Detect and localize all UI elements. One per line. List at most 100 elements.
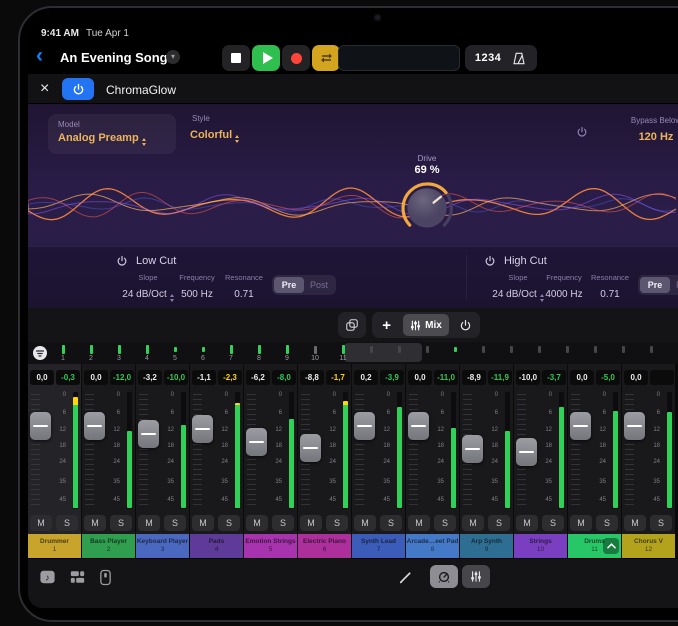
track-name-chip[interactable]: Synth Lead7 <box>352 534 405 558</box>
channel-strip[interactable]: -8,9-11,9061218243545MSArp Synth9 <box>460 364 513 558</box>
track-name-chip[interactable]: Chorus V12 <box>622 534 675 558</box>
solo-button[interactable]: S <box>326 515 348 531</box>
volume-readout[interactable]: -3,2 <box>138 370 162 385</box>
count-in-button[interactable]: 1234 <box>475 52 501 64</box>
solo-button[interactable]: S <box>542 515 564 531</box>
low-cut-slope[interactable]: Slope 24 dB/Oct <box>120 273 176 302</box>
solo-button[interactable]: S <box>380 515 402 531</box>
channel-navigator[interactable]: 1234567891011 <box>28 342 678 364</box>
mute-button[interactable]: M <box>30 515 52 531</box>
channel-strip[interactable]: 0,0-0,3061218243545MSDrummer1 <box>28 364 81 558</box>
volume-readout[interactable]: 0,2 <box>354 370 378 385</box>
solo-button[interactable]: S <box>434 515 456 531</box>
fader-handle[interactable] <box>84 412 105 440</box>
solo-button[interactable]: S <box>110 515 132 531</box>
track-name-chip[interactable]: Pads4 <box>190 534 243 558</box>
channel-strip[interactable]: -10,0-3,7061218243545MSStrings10 <box>514 364 567 558</box>
track-name-chip[interactable]: Drummer1 <box>28 534 81 558</box>
solo-button[interactable]: S <box>650 515 672 531</box>
track-name-chip[interactable]: Strings10 <box>514 534 567 558</box>
plugins-icon[interactable] <box>66 566 88 588</box>
post-button[interactable]: Post <box>670 277 678 293</box>
faders-view-button[interactable] <box>462 565 490 588</box>
track-name-chip[interactable]: Emotion Strings5 <box>244 534 297 558</box>
metronome-icon[interactable] <box>511 51 527 66</box>
mute-button[interactable]: M <box>570 515 592 531</box>
plugin-power-button[interactable] <box>62 78 94 100</box>
track-name-chip[interactable]: Arcade…eet Pad8 <box>406 534 459 558</box>
volume-readout[interactable]: 0,0 <box>408 370 432 385</box>
high-cut-power-icon[interactable] <box>484 255 496 267</box>
drive-knob-group[interactable]: Drive 69 % <box>395 154 459 236</box>
channel-strip[interactable]: 0,0-11,0061218243545MSArcade…eet Pad8 <box>406 364 459 558</box>
solo-button[interactable]: S <box>56 515 78 531</box>
mute-button[interactable]: M <box>138 515 160 531</box>
mix-button[interactable]: Mix <box>403 314 449 336</box>
play-button[interactable] <box>252 45 280 71</box>
add-track-button[interactable]: + <box>372 317 401 334</box>
chevron-down-icon[interactable]: ▾ <box>166 50 180 64</box>
channel-strip[interactable]: 0,0061218243545MSChorus V12 <box>622 364 675 558</box>
fader-handle[interactable] <box>354 412 375 440</box>
channel-strip[interactable]: -8,8-1,7061218243545MSElectric Piano6 <box>298 364 351 558</box>
solo-button[interactable]: S <box>596 515 618 531</box>
cycle-button[interactable] <box>312 45 340 71</box>
drive-knob[interactable] <box>395 176 459 236</box>
solo-button[interactable]: S <box>164 515 186 531</box>
low-cut-resonance[interactable]: Resonance 0.71 <box>220 273 268 302</box>
volume-readout[interactable]: -1,1 <box>192 370 216 385</box>
solo-button[interactable]: S <box>272 515 294 531</box>
model-selector[interactable]: Model Analog Preamp <box>48 114 176 154</box>
volume-readout[interactable]: 0,0 <box>30 370 54 385</box>
solo-button[interactable]: S <box>218 515 240 531</box>
channel-strip[interactable]: -6,2-8,0061218243545MSEmotion Strings5 <box>244 364 297 558</box>
track-name-chip[interactable]: Bass Player2 <box>82 534 135 558</box>
mute-button[interactable]: M <box>354 515 376 531</box>
fader-handle[interactable] <box>300 434 321 462</box>
fader-handle[interactable] <box>624 412 645 440</box>
mute-button[interactable]: M <box>192 515 214 531</box>
song-title[interactable]: An Evening Song <box>60 50 168 65</box>
low-cut-power-icon[interactable] <box>116 255 128 267</box>
track-name-chip[interactable]: Arp Synth9 <box>460 534 513 558</box>
fader-handle[interactable] <box>138 420 159 448</box>
lcd-display[interactable]: 00 6 1 1 012 127,0 4/4 C maj MIDI <box>338 45 460 71</box>
style-selector[interactable]: Style Colorful <box>190 114 239 143</box>
post-button[interactable]: Post <box>304 277 334 293</box>
mute-button[interactable]: M <box>516 515 538 531</box>
volume-readout[interactable]: 0,0 <box>84 370 108 385</box>
track-name-chip[interactable]: Keyboard Player3 <box>136 534 189 558</box>
mute-button[interactable]: M <box>246 515 268 531</box>
mute-button[interactable]: M <box>84 515 106 531</box>
stop-button[interactable] <box>222 45 250 71</box>
controller-icon[interactable] <box>94 566 116 588</box>
fader-handle[interactable] <box>462 435 483 463</box>
channel-power-button[interactable] <box>451 319 480 332</box>
volume-readout[interactable]: -6,2 <box>246 370 270 385</box>
controls-view-button[interactable] <box>430 565 458 588</box>
channel-strip[interactable]: 0,0-12,0061218243545MSBass Player2 <box>82 364 135 558</box>
high-cut-frequency[interactable]: Frequency 4000 Hz <box>538 273 590 302</box>
close-icon[interactable]: × <box>40 79 49 99</box>
pre-button[interactable]: Pre <box>274 277 304 293</box>
mute-button[interactable]: M <box>462 515 484 531</box>
mute-button[interactable]: M <box>408 515 430 531</box>
level-field[interactable]: Level 0.0 <box>648 116 678 145</box>
channel-strip[interactable]: -1,1-2,3061218243545MSPads4 <box>190 364 243 558</box>
edit-pencil-icon[interactable] <box>394 566 416 588</box>
bypass-power-icon[interactable] <box>576 126 588 138</box>
volume-readout[interactable]: -8,8 <box>300 370 324 385</box>
volume-readout[interactable]: 0,0 <box>570 370 594 385</box>
channel-strip[interactable]: 0,2-3,9061218243545MSSynth Lead7 <box>352 364 405 558</box>
filter-icon[interactable] <box>32 345 48 361</box>
channel-strip[interactable]: -3,2-10,0061218243545MSKeyboard Player3 <box>136 364 189 558</box>
collapse-button[interactable] <box>603 538 619 554</box>
channel-strip[interactable]: 0,0-5,0061218243545MSDrums11 <box>568 364 621 558</box>
track-name-chip[interactable]: Electric Piano6 <box>298 534 351 558</box>
duplicate-button[interactable] <box>338 312 366 338</box>
record-button[interactable] <box>282 45 310 71</box>
high-cut-resonance[interactable]: Resonance 0.71 <box>586 273 634 302</box>
fader-handle[interactable] <box>516 438 537 466</box>
mute-button[interactable]: M <box>300 515 322 531</box>
fader-handle[interactable] <box>192 415 213 443</box>
